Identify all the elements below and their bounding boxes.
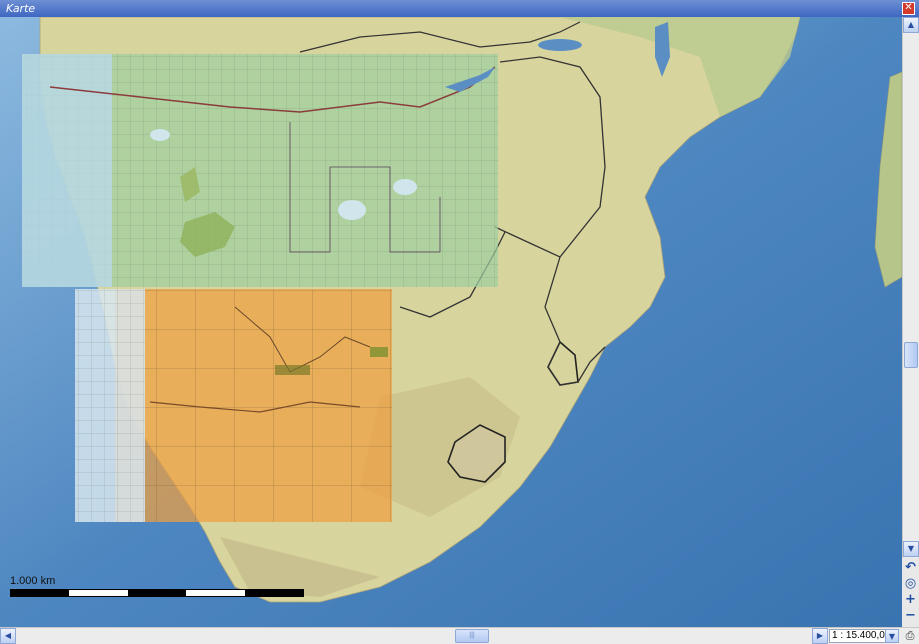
- arrow-right-icon: ▶: [816, 631, 824, 640]
- topo-salt-pan-3: [150, 129, 170, 141]
- title-bar: Karte ✕: [0, 0, 919, 17]
- close-icon: ✕: [904, 2, 913, 13]
- scale-segment: [127, 590, 187, 596]
- zoom-in-button[interactable]: +: [903, 592, 918, 607]
- status-bar: ◀ ||| ▶ 1 : 15.400,00 ▼ ⎙: [0, 627, 919, 644]
- horizontal-scroll-thumb[interactable]: |||: [455, 629, 489, 643]
- undo-icon: ↶: [905, 560, 916, 575]
- scroll-up-button[interactable]: ▲: [903, 17, 919, 33]
- scroll-right-button[interactable]: ▶: [812, 628, 828, 644]
- scroll-left-button[interactable]: ◀: [0, 628, 16, 644]
- locate-button[interactable]: ◎: [903, 576, 918, 591]
- undo-button[interactable]: ↶: [903, 560, 918, 575]
- scale-segment: [11, 590, 70, 596]
- window-title: Karte: [6, 2, 36, 15]
- orange-park-2: [370, 347, 388, 357]
- scale-distance-label: 1.000 km: [10, 575, 56, 587]
- plus-icon: +: [905, 592, 916, 607]
- topo-salt-pan-2: [393, 179, 417, 195]
- minus-icon: −: [905, 608, 916, 623]
- scroll-down-button[interactable]: ▼: [903, 541, 919, 557]
- scale-segment: [186, 590, 245, 596]
- scale-segment: [69, 590, 128, 596]
- topo-salt-pan-1: [338, 200, 366, 220]
- chevron-down-icon: ▼: [888, 632, 896, 641]
- map-view[interactable]: [0, 17, 902, 627]
- arrow-up-icon: ▲: [907, 20, 915, 29]
- overlay-coast-pale-grid: [75, 289, 145, 522]
- scale-dropdown-button[interactable]: ▼: [885, 629, 899, 643]
- lake-kariba: [538, 39, 582, 51]
- scale-segment: [244, 590, 304, 596]
- zoom-out-button[interactable]: −: [903, 608, 918, 623]
- arrow-left-icon: ◀: [4, 631, 12, 640]
- target-icon: ◎: [904, 576, 917, 591]
- scale-bar-segments: [10, 589, 304, 597]
- map-canvas[interactable]: [0, 17, 902, 627]
- close-button[interactable]: ✕: [902, 2, 915, 15]
- printer-icon: ⎙: [905, 630, 915, 642]
- arrow-down-icon: ▼: [907, 544, 915, 553]
- print-button[interactable]: ⎙: [902, 629, 918, 643]
- vertical-scroll-thumb[interactable]: [904, 342, 918, 368]
- orange-park: [275, 365, 310, 375]
- map-scale-value: 1 : 15.400,00: [832, 630, 891, 641]
- vertical-scrollbar[interactable]: ▲ ▼: [902, 17, 919, 558]
- map-tools: ↶ ◎ + −: [902, 558, 919, 627]
- scale-bar: 1.000 km: [10, 575, 310, 605]
